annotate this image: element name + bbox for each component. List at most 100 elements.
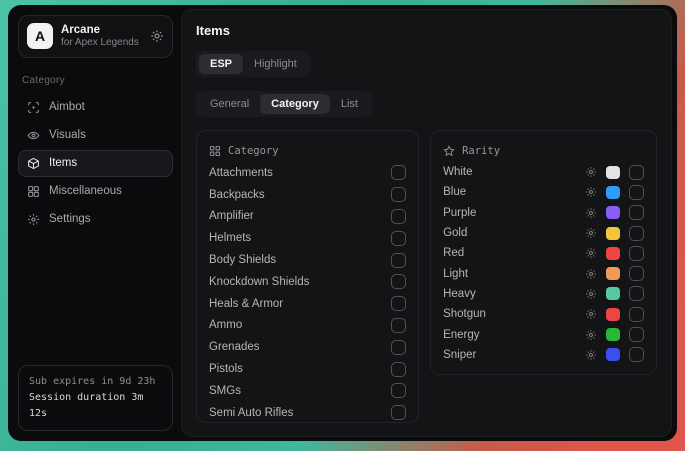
category-label: Knockdown Shields: [209, 276, 309, 288]
rarity-label: Heavy: [443, 288, 476, 300]
rarity-row: Energy: [443, 324, 644, 344]
category-checkbox[interactable]: [391, 231, 406, 246]
rarity-color-swatch[interactable]: [606, 247, 620, 260]
rarity-color-swatch[interactable]: [606, 348, 620, 361]
gear-icon: [27, 213, 40, 226]
rarity-label: Energy: [443, 329, 479, 341]
rarity-checkbox[interactable]: [629, 266, 644, 281]
grid-icon: [27, 185, 40, 198]
rarity-color-swatch[interactable]: [606, 227, 620, 240]
rarity-checkbox[interactable]: [629, 307, 644, 322]
category-row: Attachments: [209, 162, 406, 184]
sub-expiry-text: Sub expires in 9d 23h: [29, 374, 162, 390]
category-row: Grenades: [209, 336, 406, 358]
category-checkbox[interactable]: [391, 274, 406, 289]
rarity-color-swatch[interactable]: [606, 206, 620, 219]
rarity-gear-icon[interactable]: [585, 349, 597, 361]
rarity-checkbox[interactable]: [629, 165, 644, 180]
category-label: Amplifier: [209, 210, 254, 222]
rarity-gear-icon[interactable]: [585, 288, 597, 300]
sidebar-item-items[interactable]: Items: [18, 150, 173, 177]
sidebar-item-visuals[interactable]: Visuals: [18, 122, 173, 149]
rarity-label: Blue: [443, 186, 466, 198]
app-logo: A: [27, 23, 53, 49]
sidebar-item-label: Miscellaneous: [49, 185, 122, 197]
rarity-gear-icon[interactable]: [585, 308, 597, 320]
rarity-row: Heavy: [443, 284, 644, 304]
category-checkbox[interactable]: [391, 405, 406, 420]
box-icon: [27, 157, 40, 170]
rarity-label: Light: [443, 268, 468, 280]
category-label: Semi Auto Rifles: [209, 407, 293, 419]
rarity-color-swatch[interactable]: [606, 267, 620, 280]
category-row: Pistols: [209, 358, 406, 380]
tab-list[interactable]: List: [330, 94, 369, 114]
rarity-color-swatch[interactable]: [606, 186, 620, 199]
rarity-gear-icon[interactable]: [585, 247, 597, 259]
category-checkbox[interactable]: [391, 383, 406, 398]
category-label: Attachments: [209, 167, 273, 179]
rarity-gear-icon[interactable]: [585, 268, 597, 280]
category-label: Body Shields: [209, 254, 276, 266]
tab-general[interactable]: General: [199, 94, 260, 114]
rarity-gear-icon[interactable]: [585, 186, 597, 198]
rarity-gear-icon[interactable]: [585, 207, 597, 219]
rarity-panel: Rarity White: [430, 130, 657, 375]
rarity-color-swatch[interactable]: [606, 166, 620, 179]
rarity-gear-icon[interactable]: [585, 166, 597, 178]
sidebar-item-label: Items: [49, 157, 77, 169]
sidebar-item-label: Settings: [49, 213, 91, 225]
main-panel: Items ESP Highlight General Category Lis…: [181, 9, 672, 437]
rarity-checkbox[interactable]: [629, 347, 644, 362]
category-label: Pistols: [209, 363, 243, 375]
sidebar-item-aimbot[interactable]: Aimbot: [18, 94, 173, 121]
rarity-checkbox[interactable]: [629, 205, 644, 220]
category-row: Amplifier: [209, 206, 406, 228]
rarity-color-swatch[interactable]: [606, 287, 620, 300]
rarity-checkbox[interactable]: [629, 185, 644, 200]
rarity-label: Shotgun: [443, 308, 486, 320]
category-label: Ammo: [209, 319, 242, 331]
category-row: Body Shields: [209, 249, 406, 271]
tab-highlight[interactable]: Highlight: [243, 54, 308, 74]
rarity-color-swatch[interactable]: [606, 308, 620, 321]
rarity-row: Sniper: [443, 345, 644, 365]
category-row: Heals & Armor: [209, 293, 406, 315]
category-checkbox[interactable]: [391, 340, 406, 355]
rarity-label: Gold: [443, 227, 467, 239]
sidebar-item-miscellaneous[interactable]: Miscellaneous: [18, 178, 173, 205]
tab-category[interactable]: Category: [260, 94, 330, 114]
rarity-row: Purple: [443, 203, 644, 223]
rarity-checkbox[interactable]: [629, 226, 644, 241]
rarity-checkbox[interactable]: [629, 246, 644, 261]
category-checkbox[interactable]: [391, 187, 406, 202]
rarity-row: Light: [443, 263, 644, 283]
sidebar-item-settings[interactable]: Settings: [18, 206, 173, 233]
rarity-checkbox[interactable]: [629, 327, 644, 342]
category-checkbox[interactable]: [391, 296, 406, 311]
rarity-row: White: [443, 162, 644, 182]
category-label: Grenades: [209, 341, 260, 353]
category-panel: Category Attachments Backpacks Amplifier: [196, 130, 419, 423]
tab-esp[interactable]: ESP: [199, 54, 243, 74]
rarity-label: Red: [443, 247, 464, 259]
category-panel-title: Category: [228, 145, 279, 157]
rarity-color-swatch[interactable]: [606, 328, 620, 341]
category-label: Backpacks: [209, 189, 265, 201]
app-name: Arcane: [61, 23, 142, 37]
star-icon: [443, 145, 455, 157]
category-checkbox[interactable]: [391, 209, 406, 224]
rarity-gear-icon[interactable]: [585, 329, 597, 341]
rarity-label: Purple: [443, 207, 476, 219]
category-checkbox[interactable]: [391, 253, 406, 268]
sidebar-nav: Aimbot Visuals Items: [18, 94, 173, 233]
category-checkbox[interactable]: [391, 362, 406, 377]
profile-gear-icon[interactable]: [150, 29, 164, 43]
page-title: Items: [196, 23, 657, 38]
category-checkbox[interactable]: [391, 318, 406, 333]
category-row: Helmets: [209, 227, 406, 249]
category-label: Heals & Armor: [209, 298, 283, 310]
rarity-checkbox[interactable]: [629, 286, 644, 301]
category-checkbox[interactable]: [391, 165, 406, 180]
rarity-gear-icon[interactable]: [585, 227, 597, 239]
